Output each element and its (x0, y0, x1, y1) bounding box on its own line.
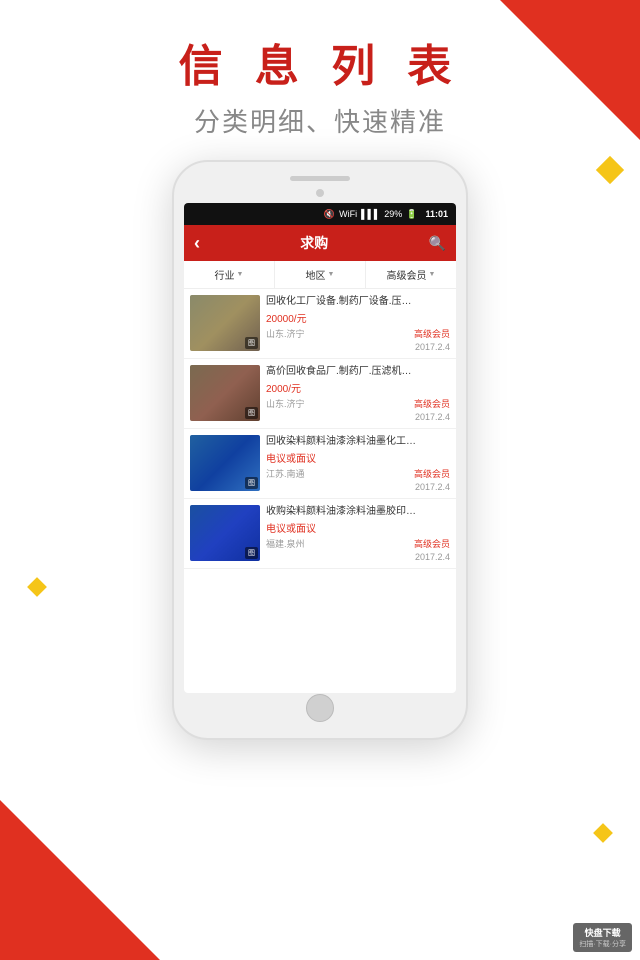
status-wifi-icon: WiFi (339, 209, 357, 219)
item-price: 电议或面议 (266, 450, 450, 465)
item-image: 图 (190, 295, 260, 351)
item-price: 电议或面议 (266, 520, 450, 535)
item-location: 福建.泉州 (266, 537, 305, 550)
img-badge: 图 (245, 407, 258, 419)
item-title: 回收化工厂设备.制药厂设备.压… (266, 295, 450, 308)
list-item[interactable]: 图 回收染料颜料油漆涂料油墨化工… 电议或面议 江苏.南通 高级会员 2017.… (184, 429, 456, 499)
item-content: 收购染料颜料油漆涂料油墨胶印… 电议或面议 福建.泉州 高级会员 2017.2.… (266, 505, 450, 562)
item-content: 回收化工厂设备.制药厂设备.压… 20000/元 山东.济宁 高级会员 2017… (266, 295, 450, 352)
list-item[interactable]: 图 高价回收食品厂.制药厂.压滤机… 2000/元 山东.济宁 高级会员 201… (184, 359, 456, 429)
item-date: 2017.2.4 (415, 552, 450, 562)
item-meta: 江苏.南通 高级会员 (266, 467, 450, 480)
title-area: 信 息 列 表 分类明细、快速精准 (0, 30, 640, 139)
item-image: 图 (190, 365, 260, 421)
filter-industry-label: 行业 (215, 267, 235, 282)
item-date-row: 2017.2.4 (266, 482, 450, 492)
item-meta: 山东.济宁 高级会员 (266, 327, 450, 340)
item-price: 20000/元 (266, 310, 450, 325)
status-battery: 29% (384, 209, 402, 219)
item-location: 山东.济宁 (266, 397, 305, 410)
filter-region-arrow: ▼ (328, 271, 335, 278)
item-date-row: 2017.2.4 (266, 412, 450, 422)
filter-industry[interactable]: 行业 ▼ (184, 261, 275, 288)
item-vip: 高级会员 (414, 467, 450, 480)
item-date: 2017.2.4 (415, 482, 450, 492)
status-signal-icon: ▌▌▌ (361, 209, 380, 219)
status-bar: 🔇 WiFi ▌▌▌ 29% 🔋 11:01 (184, 203, 456, 225)
back-button[interactable]: ‹ (194, 233, 200, 254)
item-meta: 山东.济宁 高级会员 (266, 397, 450, 410)
img-badge: 图 (245, 477, 258, 489)
search-button[interactable]: 🔍 (429, 235, 446, 252)
watermark: 快盘下载 扫描·下载·分享 (573, 923, 632, 952)
img-badge: 图 (245, 547, 258, 559)
item-date-row: 2017.2.4 (266, 342, 450, 352)
app-header: ‹ 求购 🔍 (184, 225, 456, 261)
item-title: 高价回收食品厂.制药厂.压滤机… (266, 365, 450, 378)
app-title: 求购 (300, 233, 328, 253)
item-date: 2017.2.4 (415, 342, 450, 352)
filter-region-label: 地区 (306, 267, 326, 282)
filter-region[interactable]: 地区 ▼ (275, 261, 366, 288)
filter-vip[interactable]: 高级会员 ▼ (366, 261, 456, 288)
status-time: 11:01 (425, 209, 448, 219)
item-image: 图 (190, 505, 260, 561)
phone-speaker (290, 176, 350, 181)
item-title: 收购染料颜料油漆涂料油墨胶印… (266, 505, 450, 518)
sub-title: 分类明细、快速精准 (0, 102, 640, 139)
item-image: 图 (190, 435, 260, 491)
item-price: 2000/元 (266, 380, 450, 395)
item-vip: 高级会员 (414, 397, 450, 410)
list-item[interactable]: 图 收购染料颜料油漆涂料油墨胶印… 电议或面议 福建.泉州 高级会员 2017.… (184, 499, 456, 569)
item-title: 回收染料颜料油漆涂料油墨化工… (266, 435, 450, 448)
item-vip: 高级会员 (414, 537, 450, 550)
filter-vip-label: 高级会员 (387, 267, 427, 282)
item-location: 江苏.南通 (266, 467, 305, 480)
phone-screen: 🔇 WiFi ▌▌▌ 29% 🔋 11:01 ‹ 求购 🔍 行业 ▼ (184, 203, 456, 693)
item-content: 高价回收食品厂.制药厂.压滤机… 2000/元 山东.济宁 高级会员 2017.… (266, 365, 450, 422)
phone-camera (316, 189, 324, 197)
watermark-sub: 扫描·下载·分享 (579, 939, 626, 949)
filter-bar: 行业 ▼ 地区 ▼ 高级会员 ▼ (184, 261, 456, 289)
home-button[interactable] (306, 694, 334, 722)
status-volume-icon: 🔇 (324, 209, 335, 220)
item-date: 2017.2.4 (415, 412, 450, 422)
phone-body: 🔇 WiFi ▌▌▌ 29% 🔋 11:01 ‹ 求购 🔍 行业 ▼ (172, 160, 468, 740)
deco-triangle-bottom-left (0, 800, 160, 960)
watermark-logo: 快盘下载 (585, 926, 621, 939)
item-content: 回收染料颜料油漆涂料油墨化工… 电议或面议 江苏.南通 高级会员 2017.2.… (266, 435, 450, 492)
img-badge: 图 (245, 337, 258, 349)
filter-industry-arrow: ▼ (237, 271, 244, 278)
phone-mockup: 🔇 WiFi ▌▌▌ 29% 🔋 11:01 ‹ 求购 🔍 行业 ▼ (172, 160, 468, 740)
list-item[interactable]: 图 回收化工厂设备.制药厂设备.压… 20000/元 山东.济宁 高级会员 20… (184, 289, 456, 359)
battery-icon: 🔋 (406, 209, 417, 220)
item-vip: 高级会员 (414, 327, 450, 340)
phone-bottom (184, 699, 456, 717)
main-title: 信 息 列 表 (0, 30, 640, 94)
item-location: 山东.济宁 (266, 327, 305, 340)
item-meta: 福建.泉州 高级会员 (266, 537, 450, 550)
filter-vip-arrow: ▼ (429, 271, 436, 278)
item-date-row: 2017.2.4 (266, 552, 450, 562)
list-container: 图 回收化工厂设备.制药厂设备.压… 20000/元 山东.济宁 高级会员 20… (184, 289, 456, 569)
